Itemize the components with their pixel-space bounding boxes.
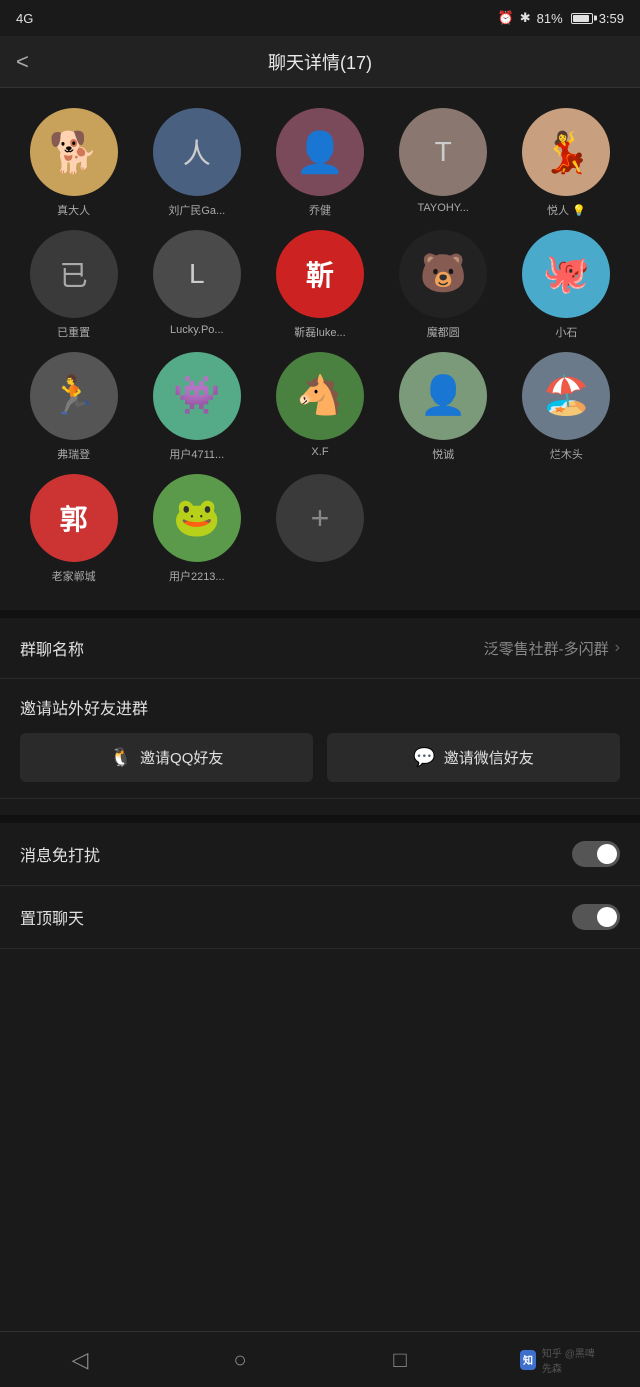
- chevron-icon: ›: [615, 639, 620, 657]
- member-item[interactable]: 🐕 真大人: [16, 108, 131, 218]
- wechat-icon: 💬: [413, 747, 435, 768]
- avatar: 人: [153, 108, 241, 196]
- header: < 聊天详情(17): [0, 36, 640, 88]
- member-item[interactable]: 🐙 小石: [509, 230, 624, 340]
- member-item[interactable]: 🐻 魔都圆: [386, 230, 501, 340]
- member-item[interactable]: 郭老家郸城: [16, 474, 131, 584]
- member-name: 已重置: [30, 324, 118, 340]
- member-name: 真大人: [30, 202, 118, 218]
- avatar: 👤: [399, 352, 487, 440]
- bottom-nav: ◁ ○ □ 知 知乎 @黑啤先森: [0, 1331, 640, 1387]
- bluetooth-icon: ✱: [520, 10, 531, 26]
- member-name: 弗瑞登: [30, 446, 118, 462]
- member-item[interactable]: 👾 用户4711...: [139, 352, 254, 462]
- battery-label: 81%: [537, 11, 563, 26]
- avatar: 🏖️: [522, 352, 610, 440]
- group-name-text: 泛零售社群-多闪群: [484, 638, 609, 659]
- mute-row: 消息免打扰: [0, 823, 640, 886]
- avatar: T: [399, 108, 487, 196]
- member-name: Lucky.Po...: [153, 324, 241, 336]
- members-grid: 🐕真大人人刘广民Ga...👤乔健TTAYOHY...💃悦人 💡已已重置LLuck…: [16, 108, 624, 584]
- watermark: 知 知乎 @黑啤先森: [520, 1340, 600, 1380]
- member-name: TAYOHY...: [399, 202, 487, 214]
- time: 3:59: [599, 11, 624, 26]
- member-name: 悦诚: [399, 446, 487, 462]
- invite-buttons: 🐧 邀请QQ好友 💬 邀请微信好友: [20, 733, 620, 782]
- avatar: 靳: [276, 230, 364, 318]
- member-item[interactable]: 💃 悦人 💡: [509, 108, 624, 218]
- group-name-label: 群聊名称: [20, 636, 84, 660]
- separator2: [0, 815, 640, 823]
- avatar: 🐙: [522, 230, 610, 318]
- member-item[interactable]: T TAYOHY...: [386, 108, 501, 218]
- member-name: 小石: [522, 324, 610, 340]
- pin-toggle[interactable]: [572, 904, 620, 930]
- member-item[interactable]: 人刘广民Ga...: [139, 108, 254, 218]
- invite-wechat-label: 邀请微信好友: [444, 747, 534, 768]
- recent-nav-button[interactable]: □: [360, 1340, 440, 1380]
- member-item[interactable]: 🏖️ 烂木头: [509, 352, 624, 462]
- invite-label: 邀请站外好友进群: [20, 695, 620, 719]
- avatar: 👤: [276, 108, 364, 196]
- member-item[interactable]: L Lucky.Po...: [139, 230, 254, 340]
- avatar: 🐴: [276, 352, 364, 440]
- member-name: 悦人 💡: [522, 202, 610, 218]
- add-member-button[interactable]: +: [276, 474, 364, 562]
- member-name: 刘广民Ga...: [153, 202, 241, 218]
- member-name: 乔健: [276, 202, 364, 218]
- separator: [0, 610, 640, 618]
- avatar: 🏃: [30, 352, 118, 440]
- avatar: 🐻: [399, 230, 487, 318]
- home-nav-button[interactable]: ○: [200, 1340, 280, 1380]
- zhihu-logo: 知: [520, 1350, 536, 1370]
- avatar: 🐕: [30, 108, 118, 196]
- member-item[interactable]: 靳靳磊luke...: [262, 230, 377, 340]
- page-title: 聊天详情(17): [268, 49, 372, 75]
- status-right: ⏰ ✱ 81% 3:59: [498, 10, 624, 26]
- invite-qq-button[interactable]: 🐧 邀请QQ好友: [20, 733, 313, 782]
- member-item[interactable]: 🐴 X.F: [262, 352, 377, 462]
- add-member-item[interactable]: +: [262, 474, 377, 584]
- alarm-icon: ⏰: [498, 10, 514, 26]
- avatar: 已: [30, 230, 118, 318]
- group-name-row[interactable]: 群聊名称 泛零售社群-多闪群 ›: [0, 618, 640, 679]
- back-nav-button[interactable]: ◁: [40, 1340, 120, 1380]
- member-name: 用户2213...: [153, 568, 241, 584]
- watermark-text: 知乎 @黑啤先森: [542, 1345, 600, 1375]
- member-name: 靳磊luke...: [276, 324, 364, 340]
- avatar: L: [153, 230, 241, 318]
- settings-section: 群聊名称 泛零售社群-多闪群 › 邀请站外好友进群 🐧 邀请QQ好友 💬 邀请微…: [0, 618, 640, 949]
- mute-toggle[interactable]: [572, 841, 620, 867]
- members-section: 🐕真大人人刘广民Ga...👤乔健TTAYOHY...💃悦人 💡已已重置LLuck…: [0, 88, 640, 594]
- member-name: X.F: [276, 446, 364, 458]
- mute-toggle-knob: [597, 844, 617, 864]
- status-signal: 4G: [16, 11, 33, 26]
- member-name: 用户4711...: [153, 446, 241, 462]
- back-button[interactable]: <: [16, 49, 29, 75]
- invite-qq-label: 邀请QQ好友: [140, 747, 223, 768]
- mute-label: 消息免打扰: [20, 842, 100, 866]
- pin-toggle-knob: [597, 907, 617, 927]
- avatar: 💃: [522, 108, 610, 196]
- avatar: 郭: [30, 474, 118, 562]
- avatar: 👾: [153, 352, 241, 440]
- pin-row: 置顶聊天: [0, 886, 640, 949]
- group-name-value: 泛零售社群-多闪群 ›: [484, 638, 620, 659]
- member-item[interactable]: 👤 悦诚: [386, 352, 501, 462]
- member-name: 烂木头: [522, 446, 610, 462]
- pin-label: 置顶聊天: [20, 905, 84, 929]
- invite-section: 邀请站外好友进群 🐧 邀请QQ好友 💬 邀请微信好友: [0, 679, 640, 799]
- member-item[interactable]: 👤 乔健: [262, 108, 377, 218]
- battery-icon: [571, 13, 593, 24]
- member-item[interactable]: 🏃 弗瑞登: [16, 352, 131, 462]
- member-item[interactable]: 已已重置: [16, 230, 131, 340]
- invite-wechat-button[interactable]: 💬 邀请微信好友: [327, 733, 620, 782]
- member-name: 老家郸城: [30, 568, 118, 584]
- member-item[interactable]: 🐸 用户2213...: [139, 474, 254, 584]
- avatar: 🐸: [153, 474, 241, 562]
- member-name: 魔都圆: [399, 324, 487, 340]
- status-bar: 4G ⏰ ✱ 81% 3:59: [0, 0, 640, 36]
- qq-icon: 🐧: [110, 747, 132, 768]
